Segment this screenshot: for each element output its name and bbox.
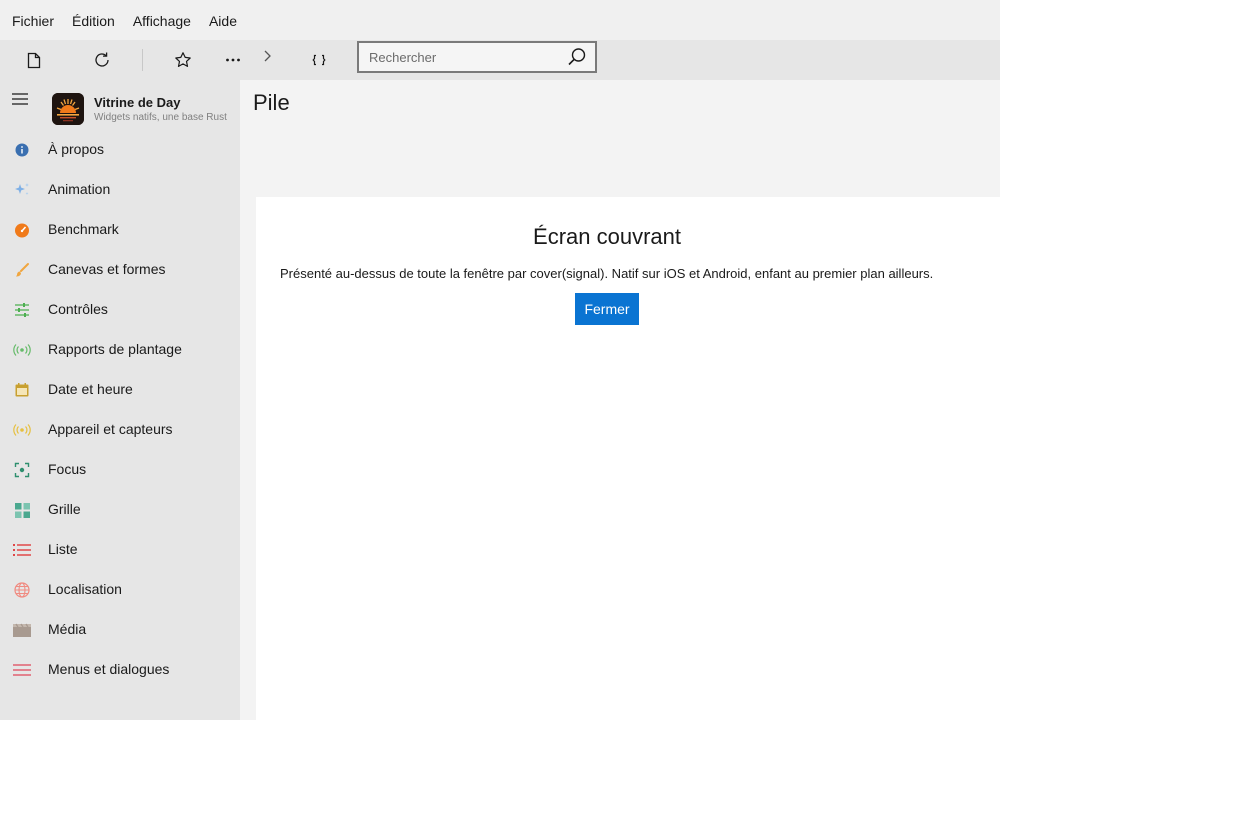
sidebar-item-grille[interactable]: Grille <box>0 489 240 529</box>
sidebar-item-animation[interactable]: Animation <box>0 169 240 209</box>
list-icon <box>13 541 31 559</box>
sidebar-item-label: Focus <box>48 461 87 477</box>
hamburger-menu-icon[interactable] <box>10 90 30 106</box>
toolbar <box>0 40 1000 80</box>
cover-description: Présenté au-dessus de toute la fenêtre p… <box>280 266 934 281</box>
code-braces-icon[interactable] <box>303 48 335 72</box>
refresh-icon[interactable] <box>86 48 118 72</box>
menu-fichier[interactable]: Fichier <box>3 0 63 40</box>
sidebar-item-label: Canevas et formes <box>48 261 166 277</box>
sidebar-item-menus-et-dialogues[interactable]: Menus et dialogues <box>0 649 240 689</box>
app-subtitle: Widgets natifs, une base Rust <box>94 112 227 123</box>
document-icon[interactable] <box>18 48 50 72</box>
sidebar-item-appareil-et-capteurs[interactable]: Appareil et capteurs <box>0 409 240 449</box>
sidebar-item-a-propos[interactable]: À propos <box>0 129 240 169</box>
menu-aide[interactable]: Aide <box>200 0 246 40</box>
menu-affichage[interactable]: Affichage <box>124 0 200 40</box>
sidebar-item-label: Liste <box>48 541 78 557</box>
sidebar-item-label: Date et heure <box>48 381 133 397</box>
sidebar-item-localisation[interactable]: Localisation <box>0 569 240 609</box>
sliders-icon <box>13 301 31 319</box>
sidebar-item-benchmark[interactable]: Benchmark <box>0 209 240 249</box>
sidebar-item-label: Animation <box>48 181 111 197</box>
clapperboard-icon <box>13 621 31 639</box>
sensor-icon <box>13 421 31 439</box>
grid-icon <box>13 501 31 519</box>
sidebar-nav: À propos Animation Benchmark Canevas et … <box>0 129 240 689</box>
menu-bar: Fichier Édition Affichage Aide <box>0 0 1000 40</box>
gauge-icon <box>13 221 31 239</box>
sidebar-item-liste[interactable]: Liste <box>0 529 240 569</box>
sidebar-item-media[interactable]: Média <box>0 609 240 649</box>
app-title: Vitrine de Day <box>94 95 181 110</box>
search-box <box>357 41 597 73</box>
close-button[interactable]: Fermer <box>575 293 639 325</box>
sidebar-item-canevas-et-formes[interactable]: Canevas et formes <box>0 249 240 289</box>
broadcast-icon <box>13 341 31 359</box>
sidebar-item-label: À propos <box>48 141 105 157</box>
chevron-right-icon[interactable] <box>251 44 283 68</box>
sidebar-item-controles[interactable]: Contrôles <box>0 289 240 329</box>
sidebar-item-label: Benchmark <box>48 221 119 237</box>
sidebar-item-label: Média <box>48 621 87 637</box>
page-title: Pile <box>253 90 290 115</box>
sidebar-item-focus[interactable]: Focus <box>0 449 240 489</box>
sidebar-item-label: Localisation <box>48 581 122 597</box>
sidebar-item-label: Menus et dialogues <box>48 661 170 677</box>
sidebar-item-label: Appareil et capteurs <box>48 421 173 437</box>
app-window: Fichier Édition Affichage Aide Recherche… <box>0 0 1000 720</box>
info-icon <box>13 141 31 159</box>
focus-icon <box>13 461 31 479</box>
search-icon[interactable] <box>567 47 587 67</box>
menu-lines-icon <box>13 661 31 679</box>
cover-title: Écran couvrant <box>533 224 681 249</box>
globe-icon <box>13 581 31 599</box>
toolbar-separator <box>142 49 143 71</box>
sidebar-item-date-et-heure[interactable]: Date et heure <box>0 369 240 409</box>
cover-screen: Écran couvrant Présenté au-dessus de tou… <box>256 197 1000 720</box>
more-icon[interactable] <box>217 48 249 72</box>
calendar-icon <box>13 381 31 399</box>
search-input[interactable] <box>359 43 555 71</box>
brush-icon <box>13 261 31 279</box>
sparkle-icon <box>13 181 31 199</box>
app-logo <box>52 93 84 125</box>
sidebar-item-label: Contrôles <box>48 301 108 317</box>
sidebar: Vitrine de Day Widgets natifs, une base … <box>0 80 240 720</box>
star-icon[interactable] <box>167 48 199 72</box>
sidebar-item-label: Grille <box>48 501 81 517</box>
sidebar-item-rapports-de-plantage[interactable]: Rapports de plantage <box>0 329 240 369</box>
sidebar-item-label: Rapports de plantage <box>48 341 182 357</box>
menu-edition[interactable]: Édition <box>63 0 124 40</box>
